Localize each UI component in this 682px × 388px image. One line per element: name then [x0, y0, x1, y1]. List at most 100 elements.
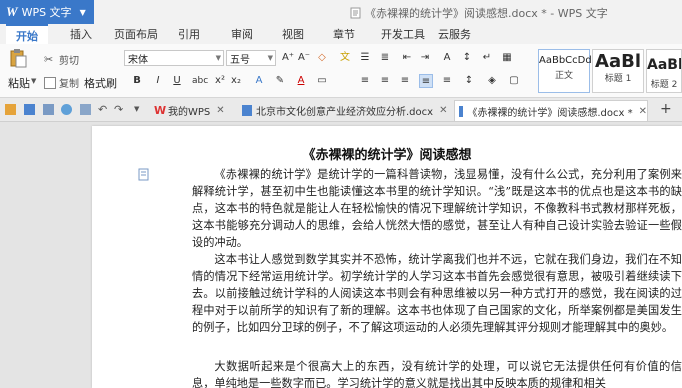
shading-icon[interactable]: ◈ [485, 74, 499, 88]
chevron-down-icon: ▼ [215, 54, 221, 62]
document-icon [242, 105, 252, 116]
doc-tab-label: 北京市文化创意产业经济效应分析.docx [256, 107, 434, 118]
style-heading1-preview: AaBl [595, 51, 641, 72]
align-justify-icon[interactable]: ≡ [419, 74, 433, 88]
bold-icon[interactable]: B [130, 74, 144, 88]
title-bar: W WPS 文字 ▼ 《赤裸裸的统计学》阅读感想.docx * - WPS 文字 [0, 0, 682, 24]
paragraph-2: 这本书让人感觉到数学其实并不恐怖，统计学离我们也并不远，它就在我们身边，我们在不… [192, 253, 682, 334]
copy-label: 复制 [59, 79, 79, 90]
line-spacing-icon[interactable]: ↕ [462, 74, 476, 88]
style-heading2[interactable]: AaBb 标题 2 [646, 49, 682, 93]
tab-home[interactable]: 开始 [6, 24, 48, 46]
number-list-icon[interactable]: ≣ [378, 51, 392, 65]
align-right-icon[interactable]: ≡ [398, 74, 412, 88]
style-heading2-name: 标题 2 [650, 80, 678, 90]
style-normal-preview: AaBbCcDd [539, 55, 592, 66]
tab-view[interactable]: 视图 [282, 26, 304, 42]
align-left-icon[interactable]: ≡ [358, 74, 372, 88]
chevron-down-icon: ▼ [267, 54, 273, 62]
tab-review[interactable]: 审阅 [231, 26, 253, 42]
document-tab-bar: ↶ ↷ ▼ W 我的WPS ✕ 北京市文化创意产业经济效应分析.docx ✕ 《… [0, 98, 682, 122]
style-normal-name: 正文 [554, 71, 573, 81]
chevron-down-icon: ▼ [79, 7, 86, 17]
tab-chapter[interactable]: 章节 [333, 26, 355, 42]
document-icon [350, 7, 361, 19]
table-icon[interactable]: ▦ [500, 51, 514, 65]
font-color-icon[interactable]: A [294, 74, 308, 88]
font-name-select[interactable]: 宋体 ▼ [124, 50, 224, 66]
paste-button[interactable] [8, 48, 28, 68]
style-normal[interactable]: AaBbCcDd 正文 [538, 49, 592, 93]
superscript-icon[interactable]: x² [213, 74, 227, 88]
open-icon[interactable] [5, 104, 16, 115]
document-workspace: 《赤裸裸的统计学》阅读感想 《赤裸裸的统计学》是统计学的一篇科普读物，浅显易懂，… [0, 122, 682, 388]
strikethrough-icon[interactable]: abc [192, 74, 208, 88]
document-title: 《赤裸裸的统计学》阅读感想 [302, 148, 472, 163]
web-icon[interactable] [61, 104, 72, 115]
underline-icon[interactable]: U [170, 74, 184, 88]
document-page[interactable]: 《赤裸裸的统计学》阅读感想 《赤裸裸的统计学》是统计学的一篇科普读物，浅显易懂，… [92, 126, 682, 388]
char-border-icon[interactable]: ▭ [315, 74, 329, 88]
redo-icon[interactable]: ↷ [114, 104, 125, 115]
italic-icon[interactable]: I [151, 74, 165, 88]
window-title-text: 《赤裸裸的统计学》阅读感想.docx * - WPS 文字 [365, 7, 608, 20]
window-title: 《赤裸裸的统计学》阅读感想.docx * - WPS 文字 [350, 5, 608, 21]
pinyin-icon[interactable]: 文 [338, 51, 352, 65]
tab-page-layout[interactable]: 页面布局 [114, 26, 158, 42]
cut-button[interactable]: ✂ 剪切 [44, 52, 79, 67]
doc-tab-label: 我的WPS [168, 107, 211, 118]
font-size-value: 五号 [230, 54, 250, 66]
outdent-icon[interactable]: ⇤ [400, 51, 414, 65]
new-tab-icon[interactable]: + [660, 101, 672, 117]
tab-developer[interactable]: 开发工具 [381, 26, 425, 42]
scissors-icon: ✂ [44, 52, 54, 66]
font-size-select[interactable]: 五号 ▼ [226, 50, 276, 66]
distributed-icon[interactable]: ≡ [440, 74, 454, 88]
print-preview-icon[interactable] [43, 104, 54, 115]
paragraph-1: 《赤裸裸的统计学》是统计学的一篇科普读物，浅显易懂，没有什么公式，充分利用了案例… [192, 168, 682, 249]
align-center-icon[interactable]: ≡ [378, 74, 392, 88]
app-menu-button[interactable]: W WPS 文字 ▼ [0, 0, 94, 24]
show-marks-icon[interactable]: ↵ [480, 51, 494, 65]
sort-icon[interactable]: ↕ [460, 51, 474, 65]
font-name-value: 宋体 [128, 54, 148, 66]
tab-cloud[interactable]: 云服务 [438, 26, 471, 42]
close-icon[interactable]: ✕ [439, 105, 447, 116]
close-icon[interactable]: ✕ [639, 106, 647, 117]
bullet-list-icon[interactable]: ☰ [358, 51, 372, 65]
tab-references[interactable]: 引用 [178, 26, 200, 42]
doc-tab-other[interactable]: 北京市文化创意产业经济效应分析.docx ✕ [238, 100, 447, 121]
wps-logo-icon: W [6, 4, 18, 19]
copy-button[interactable]: 复制 [44, 75, 79, 90]
undo-icon[interactable]: ↶ [98, 104, 109, 115]
doc-tab-mywps[interactable]: W 我的WPS ✕ [150, 100, 225, 121]
text-effect-icon[interactable]: A [252, 74, 266, 88]
print-icon[interactable] [80, 104, 91, 115]
ribbon-tabs: 开始 插入 页面布局 引用 审阅 视图 章节 开发工具 云服务 [0, 24, 682, 46]
shrink-font-icon[interactable]: A⁻ [297, 51, 311, 65]
highlight-icon[interactable]: ✎ [273, 74, 287, 88]
paragraph-3: 大数据听起来是个很高大上的东西，没有统计学的处理，可以说它无法提供任何有价值的信… [192, 360, 682, 388]
cut-label: 剪切 [59, 56, 79, 67]
indent-icon[interactable]: ⇥ [418, 51, 432, 65]
grow-font-icon[interactable]: A⁺ [281, 51, 295, 65]
ribbon-toolbar: 粘贴 ▼ ✂ 剪切 复制 格式刷 宋体 ▼ 五号 ▼ A⁺ A⁻ ◇ 文 B I U… [0, 44, 682, 98]
close-icon[interactable]: ✕ [216, 105, 224, 116]
document-outline-icon[interactable] [137, 168, 151, 182]
subscript-icon[interactable]: x₂ [229, 74, 243, 88]
style-heading2-preview: AaBb [647, 57, 681, 73]
clear-format-icon[interactable]: ◇ [315, 51, 329, 65]
app-name: WPS 文字 [21, 6, 72, 19]
doc-tab-active[interactable]: 《赤裸裸的统计学》阅读感想.docx * ✕ [454, 100, 648, 121]
borders-icon[interactable]: ▢ [507, 74, 521, 88]
chinese-layout-icon[interactable]: A [440, 51, 454, 65]
style-heading1[interactable]: AaBl 标题 1 [592, 49, 644, 93]
wps-logo-icon: W [154, 104, 167, 117]
format-painter-button[interactable]: 格式刷 [84, 75, 117, 91]
paste-dropdown-icon[interactable]: ▼ [31, 77, 36, 85]
chevron-down-icon[interactable]: ▼ [134, 104, 145, 115]
format-painter-label: 格式刷 [84, 77, 117, 90]
document-icon [459, 105, 464, 117]
tab-insert[interactable]: 插入 [70, 26, 92, 42]
save-icon[interactable] [24, 104, 35, 115]
